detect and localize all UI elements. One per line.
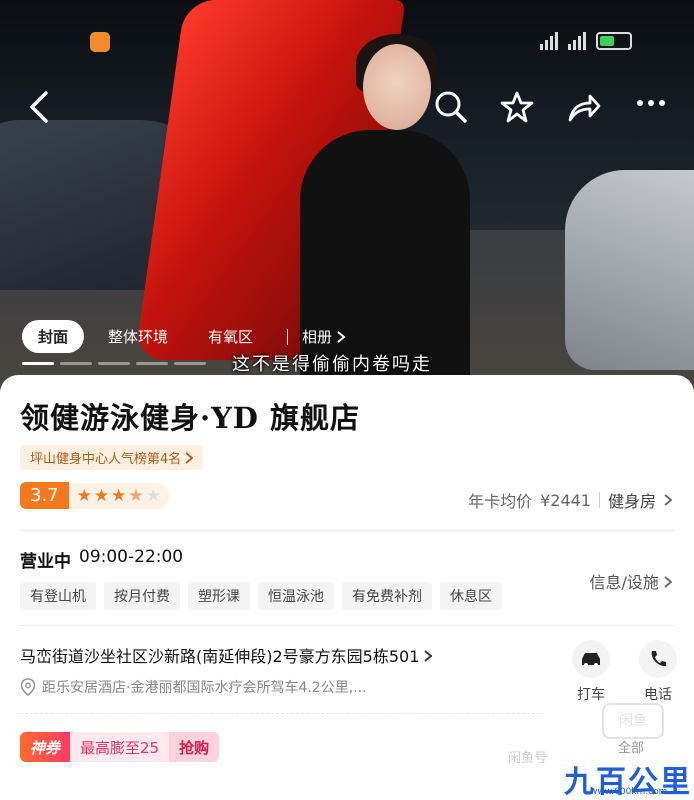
half-star-icon: ★ bbox=[128, 485, 144, 506]
signal-icon-2 bbox=[568, 32, 586, 50]
address-link[interactable]: 马峦街道沙坐社区沙新路(南延伸段)2号豪方东园5栋501 bbox=[20, 643, 540, 667]
tab-cover[interactable]: 封面 bbox=[22, 320, 85, 353]
more-link[interactable]: 全部 bbox=[618, 737, 644, 756]
taxi-label: 打车 bbox=[577, 687, 605, 703]
info-facilities-link[interactable]: 信息/设施 bbox=[590, 569, 673, 593]
star-icon bbox=[500, 91, 534, 123]
distance-info: 距乐安居酒店·金港丽都国际水疗会所驾车4.2公里,... bbox=[20, 677, 367, 697]
phone-label: 电话 bbox=[644, 687, 672, 703]
facility-tags: 有登山机 按月付费 塑形课 恒温泳池 有免费补剂 休息区 bbox=[20, 582, 502, 610]
gallery-progress bbox=[22, 362, 206, 365]
star-rating: ★ ★ ★ ★ ★ bbox=[68, 482, 169, 509]
more-button[interactable] bbox=[636, 98, 666, 108]
divider bbox=[20, 625, 674, 626]
chevron-right-icon bbox=[664, 576, 673, 588]
store-name: 领健游泳健身·YD 旗舰店 bbox=[20, 401, 361, 435]
tab-environment[interactable]: 整体环境 bbox=[92, 320, 184, 353]
promo-banner[interactable]: 神券 最高膨至25 抢购 bbox=[20, 732, 220, 762]
xianyu-watermark-text: 闲鱼号 bbox=[508, 751, 548, 766]
status-bar bbox=[540, 32, 632, 50]
info-facilities-label: 信息/设施 bbox=[589, 573, 659, 592]
promo-text: 最高膨至25 bbox=[70, 732, 170, 762]
cover-gallery[interactable]: 封面 整体环境 有氧区 相册 这不是得偷偷内卷吗走 bbox=[0, 0, 694, 390]
opening-time: 09:00-22:00 bbox=[79, 547, 184, 567]
chevron-right-icon bbox=[664, 494, 672, 506]
score-badge: 3.7 bbox=[20, 482, 69, 509]
facility-tag: 有登山机 bbox=[20, 582, 96, 610]
back-button[interactable] bbox=[28, 90, 50, 124]
facility-tag: 塑形课 bbox=[188, 582, 250, 610]
empty-star-icon: ★ bbox=[145, 485, 161, 506]
star-icon: ★ bbox=[111, 485, 127, 506]
facility-tag: 有免费补剂 bbox=[342, 582, 432, 610]
album-link[interactable]: 相册 bbox=[302, 326, 346, 347]
share-button[interactable] bbox=[566, 90, 602, 124]
price-label: 年卡均价 bbox=[468, 492, 533, 511]
open-status: 营业中 bbox=[20, 552, 71, 572]
person-head-image bbox=[363, 44, 431, 130]
signal-icon bbox=[540, 32, 558, 50]
price-category[interactable]: 年卡均价 ¥2441 健身房 bbox=[468, 488, 672, 512]
price-value: ¥2441 bbox=[540, 490, 591, 510]
facility-tag: 休息区 bbox=[440, 582, 502, 610]
location-pin-icon bbox=[20, 678, 36, 696]
address-text: 马峦街道沙坐社区沙新路(南延伸段)2号豪方东园5栋501 bbox=[20, 647, 420, 666]
category-label: 健身房 bbox=[607, 492, 656, 511]
store-info-card: 领健游泳健身·YD 旗舰店 坪山健身中心人气榜第4名 3.7 ★ ★ ★ ★ ★… bbox=[0, 375, 694, 800]
site-watermark-url: www.600km.com bbox=[590, 787, 668, 797]
video-caption: 这不是得偷偷内卷吗走 bbox=[232, 354, 432, 375]
chevron-right-icon bbox=[424, 650, 433, 662]
star-icon: ★ bbox=[93, 485, 110, 506]
ranking-badge[interactable]: 坪山健身中心人气榜第4名 bbox=[20, 445, 204, 470]
phone-icon bbox=[639, 640, 677, 678]
promo-badge: 神券 bbox=[20, 732, 71, 762]
facility-tag: 恒温泳池 bbox=[258, 582, 334, 610]
favorite-button[interactable] bbox=[500, 90, 534, 124]
distance-text: 距乐安居酒店·金港丽都国际水疗会所驾车4.2公里,... bbox=[42, 680, 367, 696]
buy-button[interactable]: 抢购 bbox=[169, 732, 220, 762]
chevron-right-icon bbox=[185, 451, 194, 464]
battery-icon bbox=[596, 32, 632, 50]
tab-cardio-area[interactable]: 有氧区 bbox=[192, 320, 269, 353]
gallery-tabs: 封面 整体环境 有氧区 相册 bbox=[22, 320, 346, 353]
divider bbox=[20, 530, 674, 531]
share-icon bbox=[568, 94, 601, 122]
taxi-button[interactable]: 打车 bbox=[566, 640, 616, 704]
divider bbox=[598, 492, 600, 508]
xianyu-watermark-stamp: 闲鱼 bbox=[602, 703, 664, 739]
facility-tag: 按月付费 bbox=[104, 582, 180, 610]
album-label: 相册 bbox=[302, 328, 333, 346]
car-right-image bbox=[565, 170, 694, 370]
chevron-right-icon bbox=[337, 330, 346, 343]
tab-divider bbox=[287, 328, 289, 345]
dashed-divider bbox=[20, 713, 540, 714]
app-notification-icon bbox=[90, 32, 110, 52]
back-arrow-icon bbox=[30, 91, 48, 123]
more-dots-icon bbox=[637, 100, 665, 106]
search-icon bbox=[435, 91, 467, 123]
star-icon: ★ bbox=[76, 485, 92, 506]
business-hours: 营业中 09:00-22:00 bbox=[20, 547, 183, 572]
phone-button[interactable]: 电话 bbox=[633, 640, 683, 704]
ranking-text: 坪山健身中心人气榜第4名 bbox=[30, 452, 182, 467]
taxi-icon bbox=[572, 640, 610, 678]
rating[interactable]: 3.7 ★ ★ ★ ★ ★ bbox=[20, 482, 169, 509]
search-button[interactable] bbox=[434, 90, 468, 124]
